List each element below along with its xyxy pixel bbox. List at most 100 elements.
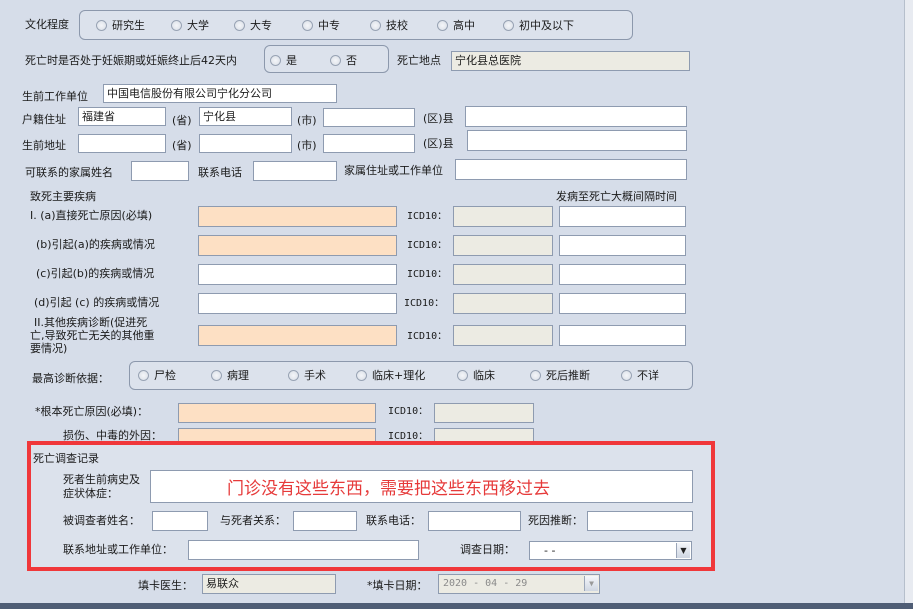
address-city-field[interactable] [199, 134, 292, 153]
contact-phone-field[interactable] [253, 161, 337, 181]
family-name-field[interactable] [131, 161, 189, 181]
contact-phone-label: 联系电话 [198, 166, 242, 179]
disease-row-d-icd-field[interactable] [453, 293, 553, 314]
root-cause-label: *根本死亡原因(必填)： [35, 405, 149, 418]
disease-other-field[interactable] [198, 325, 397, 346]
disease-row-d-icd-label: ICD10： [404, 298, 445, 309]
address-province-field[interactable] [78, 134, 166, 153]
diagnosis-option-autopsy[interactable]: 尸检 [138, 367, 176, 383]
disease-row-c-field[interactable] [198, 264, 397, 285]
disease-other-label-line3: 要情况) [30, 342, 68, 355]
address-city-unit: (市) [297, 139, 317, 152]
root-cause-icd-label: ICD10： [388, 406, 429, 417]
diagnosis-option-clinical-lab[interactable]: 临床+理化 [356, 367, 425, 383]
disease-row-d-interval-field[interactable] [559, 293, 686, 314]
radio-icon [621, 369, 632, 381]
disease-row-a-icd-field[interactable] [453, 206, 553, 227]
education-option-technical[interactable]: 技校 [370, 17, 408, 33]
disease-section-label: 致死主要疾病 [30, 190, 96, 203]
disease-row-a-interval-field[interactable] [559, 206, 686, 227]
pregnancy-option-yes[interactable]: 是 [270, 52, 297, 68]
radio-icon [437, 19, 448, 31]
address-province-unit: (省) [172, 139, 192, 152]
disease-row-a-label: I. (a)直接死亡原因(必填) [30, 209, 153, 222]
radio-icon [330, 54, 341, 66]
disease-row-d-label: (d)引起 (c) 的疾病或情况 [34, 296, 160, 309]
education-option-highschool[interactable]: 高中 [437, 17, 475, 33]
radio-icon [370, 19, 381, 31]
radio-icon [503, 19, 514, 31]
pregnancy-option-no[interactable]: 否 [330, 52, 357, 68]
death-place-field[interactable]: 宁化县总医院 [451, 51, 690, 71]
disease-row-b-label: (b)引起(a)的疾病或情况 [36, 238, 155, 251]
radio-icon [234, 19, 245, 31]
address-detail-field[interactable] [467, 130, 687, 151]
household-city-field[interactable]: 宁化县 [199, 107, 292, 126]
disease-other-icd-label: ICD10： [407, 331, 448, 342]
household-label: 户籍住址 [22, 113, 66, 126]
disease-row-a-icd-label: ICD10： [407, 211, 448, 222]
disease-other-label-line1: II.其他疾病诊断(促进死 [34, 316, 148, 329]
disease-row-b-icd-field[interactable] [453, 235, 553, 256]
dropdown-arrow-icon[interactable]: ▼ [584, 576, 598, 591]
disease-row-d-field[interactable] [198, 293, 397, 314]
disease-row-c-interval-field[interactable] [559, 264, 686, 285]
highlight-box [27, 441, 715, 571]
radio-icon [530, 369, 541, 381]
diagnosis-option-pathology[interactable]: 病理 [211, 367, 249, 383]
education-option-university[interactable]: 大学 [171, 17, 209, 33]
radio-icon [302, 19, 313, 31]
family-address-field[interactable] [455, 159, 687, 180]
disease-row-c-icd-label: ICD10： [407, 269, 448, 280]
diagnosis-option-surgery[interactable]: 手术 [288, 367, 326, 383]
card-date-value: 2020 - 04 - 29 [443, 578, 528, 589]
address-label: 生前地址 [22, 139, 66, 152]
disease-row-c-icd-field[interactable] [453, 264, 553, 285]
death-place-label: 死亡地点 [397, 54, 441, 67]
disease-other-interval-field[interactable] [559, 325, 686, 346]
radio-icon [211, 369, 222, 381]
root-cause-icd-field[interactable] [434, 403, 534, 423]
household-province-field[interactable]: 福建省 [78, 107, 166, 126]
radio-icon [138, 369, 149, 381]
card-date-picker[interactable]: 2020 - 04 - 29 ▼ [438, 574, 600, 594]
education-option-college[interactable]: 大专 [234, 17, 272, 33]
household-province-unit: (省) [172, 114, 192, 127]
address-district-unit: (区)县 [423, 137, 454, 150]
interval-column-label: 发病至死亡大概间隔时间 [556, 190, 677, 203]
education-option-middleschool[interactable]: 初中及以下 [503, 17, 574, 33]
household-detail-field[interactable] [465, 106, 687, 127]
radio-icon [288, 369, 299, 381]
work-unit-label: 生前工作单位 [22, 90, 88, 103]
root-cause-field[interactable] [178, 403, 376, 423]
doctor-field[interactable]: 易联众 [202, 574, 336, 594]
education-option-graduate[interactable]: 研究生 [96, 17, 145, 33]
disease-row-a-field[interactable] [198, 206, 397, 227]
diagnosis-option-unknown[interactable]: 不详 [621, 367, 659, 383]
household-city-unit: (市) [297, 114, 317, 127]
disease-row-b-interval-field[interactable] [559, 235, 686, 256]
vertical-scrollbar[interactable] [904, 0, 913, 609]
diagnosis-option-clinical[interactable]: 临床 [457, 367, 495, 383]
education-option-secondary[interactable]: 中专 [302, 17, 340, 33]
diagnosis-basis-label: 最高诊断依据： [32, 372, 109, 385]
household-district-field[interactable] [323, 108, 415, 127]
diagnosis-option-postmortem[interactable]: 死后推断 [530, 367, 590, 383]
disease-row-b-field[interactable] [198, 235, 397, 256]
address-district-field[interactable] [323, 134, 415, 153]
pregnancy-label: 死亡时是否处于妊娠期或妊娠终止后42天内 [25, 54, 237, 67]
disease-other-icd-field[interactable] [453, 325, 553, 346]
card-date-label: *填卡日期： [367, 579, 428, 592]
education-label: 文化程度 [25, 18, 69, 31]
family-name-label: 可联系的家属姓名 [25, 166, 113, 179]
bottom-bar [0, 603, 913, 609]
radio-icon [171, 19, 182, 31]
disease-other-label-line2: 亡,导致死亡无关的其他重 [30, 329, 155, 342]
work-unit-field[interactable]: 中国电信股份有限公司宁化分公司 [103, 84, 337, 103]
household-district-unit: (区)县 [423, 112, 454, 125]
radio-icon [96, 19, 107, 31]
disease-row-c-label: (c)引起(b)的疾病或情况 [36, 267, 155, 280]
disease-row-b-icd-label: ICD10： [407, 240, 448, 251]
doctor-label: 填卡医生： [138, 579, 193, 592]
family-address-label: 家属住址或工作单位 [344, 164, 443, 177]
